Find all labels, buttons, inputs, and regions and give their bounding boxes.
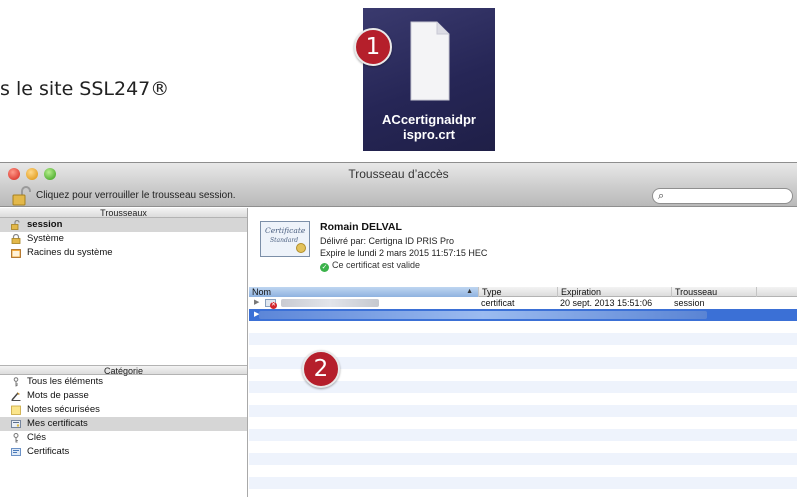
sidebar-item-label: Mots de passe: [27, 390, 89, 401]
certificate-image-icon: Certificate Standard: [260, 221, 310, 257]
certificate-issuer: Délivré par: Certigna ID PRIS Pro: [320, 236, 455, 246]
sidebar-item-racines[interactable]: Racines du système: [0, 246, 247, 260]
redacted-row: [259, 311, 707, 319]
column-header-spacer: [756, 287, 797, 297]
padlock-open-icon[interactable]: [12, 186, 32, 209]
document-file-icon[interactable]: [409, 20, 451, 107]
table-row: [249, 393, 797, 405]
key-icon: [13, 433, 19, 443]
error-badge-icon: ✕: [270, 302, 277, 309]
lock-icon: [11, 234, 21, 244]
sidebar-item-label: Mes certificats: [27, 418, 88, 429]
table-rows: ▶ ✕ certificat 20 sept. 2013 15:51:06 se…: [249, 297, 797, 489]
certificate-icon: [11, 448, 21, 456]
seal-icon: [296, 243, 306, 253]
minimize-button[interactable]: [26, 168, 38, 180]
redacted-name: [281, 299, 379, 307]
items-table: Nom ▲ Type Expiration Trousseau ▶ ✕ cert…: [249, 287, 797, 497]
table-row: [249, 465, 797, 477]
keychain-list: session Système Racines du système: [0, 218, 247, 365]
row-keychain: session: [674, 298, 705, 308]
table-row: [249, 441, 797, 453]
column-header-name-label: Nom: [252, 287, 272, 297]
certificate-image-subtitle: Standard: [270, 237, 299, 244]
table-row[interactable]: ▶ ✕ certificat 20 sept. 2013 15:51:06 se…: [249, 297, 797, 309]
certificate-status: ✓ Ce certificat est valide: [320, 260, 420, 272]
table-row: [249, 405, 797, 417]
search-field[interactable]: ⌕: [652, 188, 793, 204]
keychains-header: Trousseaux: [0, 208, 247, 218]
zoom-button[interactable]: [44, 168, 56, 180]
table-row: [249, 321, 797, 333]
table-header: Nom ▲ Type Expiration Trousseau: [249, 287, 797, 297]
certificate-status-text: Ce certificat est valide: [332, 260, 421, 270]
certificate-expiry: Expire le lundi 2 mars 2015 11:57:15 HEC: [320, 248, 488, 258]
sort-ascending-icon: ▲: [466, 288, 473, 295]
sidebar-item-certificats[interactable]: Certificats: [0, 445, 247, 459]
table-row: [249, 417, 797, 429]
document-text: s le site SSL247®: [0, 78, 170, 100]
lock-keychain-label[interactable]: Cliquez pour verrouiller le trousseau se…: [36, 190, 236, 201]
sidebar-item-label: Certificats: [27, 446, 70, 457]
sidebar-item-mots-de-passe[interactable]: Mots de passe: [0, 389, 247, 403]
category-header: Catégorie: [0, 365, 247, 376]
sidebar-item-session[interactable]: session: [0, 218, 247, 232]
all-items-icon: [13, 377, 19, 387]
my-certificates-icon: [11, 420, 21, 428]
column-header-type[interactable]: Type: [478, 287, 557, 297]
certificate-detail: Certificate Standard Romain DELVAL Déliv…: [249, 208, 797, 280]
sidebar-item-mes-certificats[interactable]: Mes certificats: [0, 417, 247, 431]
sidebar-item-label: Clés: [27, 432, 47, 443]
file-name-label: ACcertignaidpr ispro.crt: [363, 112, 495, 142]
column-header-name[interactable]: Nom ▲: [249, 287, 478, 297]
close-button[interactable]: [8, 168, 20, 180]
table-row: [249, 333, 797, 345]
key-pen-icon: [11, 392, 21, 401]
keychain-unlocked-icon: [11, 220, 20, 230]
row-type: certificat: [481, 298, 515, 308]
disclosure-triangle-icon[interactable]: ▶: [254, 297, 259, 309]
keychain-window: Trousseau d’accès Cliquez pour verrouill…: [0, 162, 797, 497]
folder-icon: [11, 249, 21, 258]
column-header-keychain[interactable]: Trousseau: [671, 287, 756, 297]
sidebar-item-label: Racines du système: [27, 247, 113, 258]
file-name-line2: ispro.crt: [402, 127, 455, 142]
step-marker-2: 2: [302, 350, 340, 388]
table-row-selected[interactable]: ▶: [249, 309, 797, 321]
file-name-line1: ACcertignaidpr: [382, 112, 476, 127]
column-header-expiration[interactable]: Expiration: [557, 287, 671, 297]
certificate-name: Romain DELVAL: [320, 221, 402, 233]
sidebar-item-cles[interactable]: Clés: [0, 431, 247, 445]
table-row: [249, 429, 797, 441]
step-marker-1: 1: [354, 28, 392, 66]
valid-check-icon: ✓: [320, 263, 329, 272]
desktop-file-tile[interactable]: ACcertignaidpr ispro.crt: [363, 8, 495, 151]
sidebar-item-systeme[interactable]: Système: [0, 232, 247, 246]
sidebar-item-label: Système: [27, 233, 64, 244]
note-icon: [11, 405, 21, 415]
window-titlebar: Trousseau d’accès: [0, 163, 797, 185]
window-title: Trousseau d’accès: [348, 167, 449, 181]
certificate-image-title: Certificate: [265, 226, 306, 235]
sidebar-item-tous[interactable]: Tous les éléments: [0, 375, 247, 389]
table-row: [249, 477, 797, 489]
row-expiration: 20 sept. 2013 15:51:06: [560, 298, 653, 308]
sidebar-item-label: Tous les éléments: [27, 376, 104, 387]
sidebar-item-notes[interactable]: Notes sécurisées: [0, 403, 247, 417]
toolbar: Cliquez pour verrouiller le trousseau se…: [0, 185, 797, 207]
table-row: [249, 453, 797, 465]
sidebar-item-label: Notes sécurisées: [27, 404, 100, 415]
sidebar: Trousseaux session Système Racines du sy…: [0, 208, 248, 497]
sidebar-item-label: session: [27, 219, 63, 230]
search-icon: ⌕: [658, 190, 665, 202]
